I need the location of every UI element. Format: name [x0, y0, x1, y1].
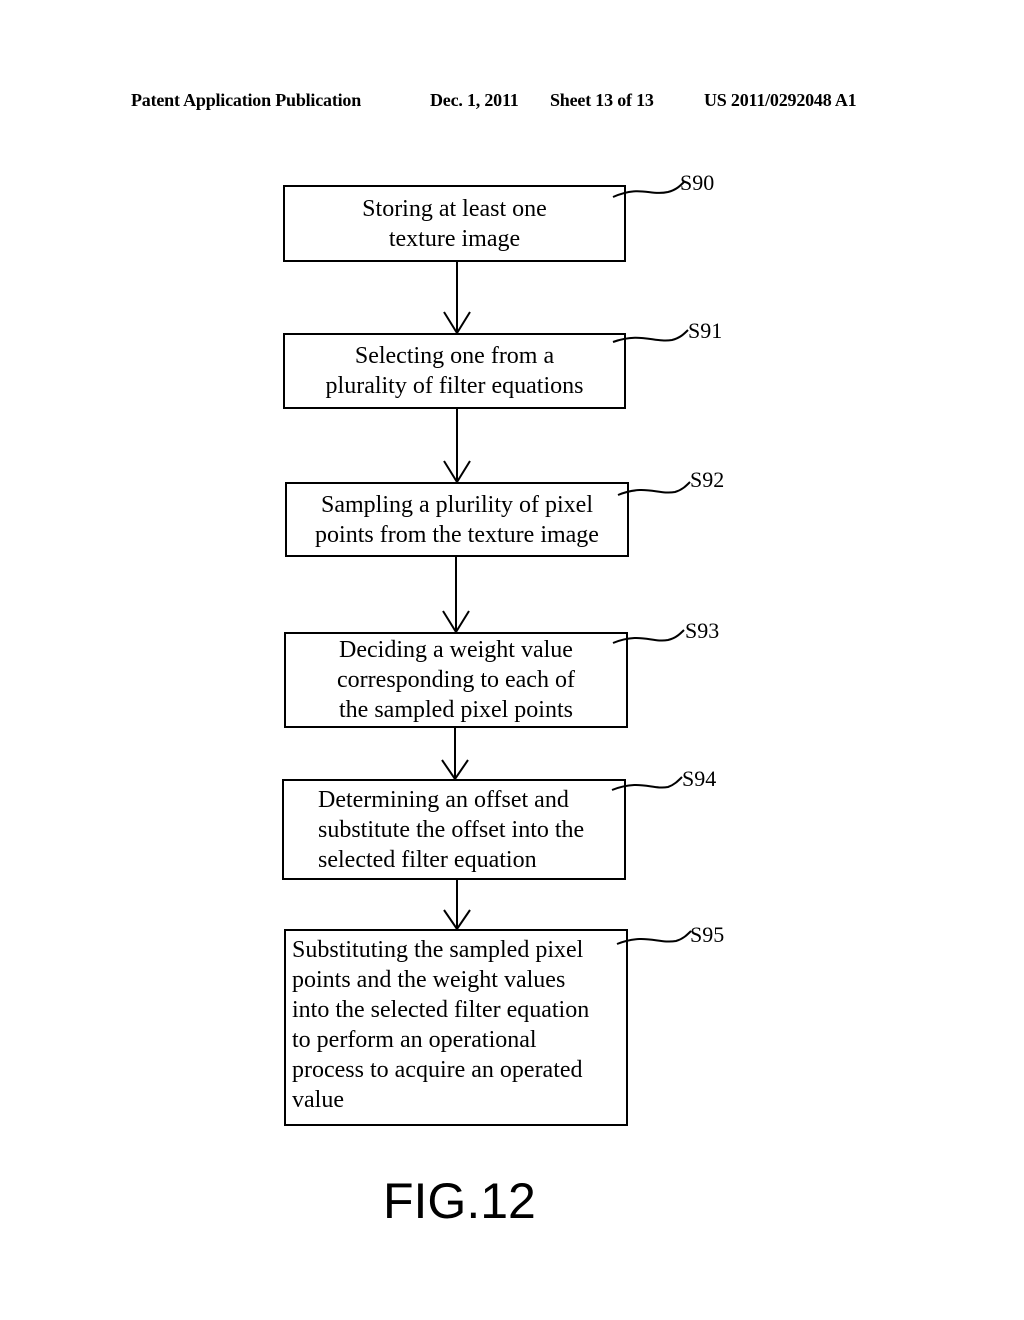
step-box-s91: Selecting one from a plurality of filter… [283, 333, 626, 409]
step-text: substitute the offset into the [318, 816, 585, 843]
step-text: points and the weight values [292, 967, 566, 993]
step-text: Selecting one from a [354, 343, 555, 369]
step-text: process to acquire an operated [292, 1057, 583, 1083]
step-label-s91: S91 [688, 318, 723, 343]
step-text: Storing at least one [362, 195, 547, 222]
step-box-s95: Substituting the sampled pixel points an… [284, 929, 628, 1126]
step-label-s93: S93 [685, 618, 720, 643]
arrow-s92-s93 [442, 557, 470, 634]
step-label-s90: S90 [680, 170, 715, 195]
step-text: into the selected filter equation [292, 997, 590, 1023]
arrow-s94-s95 [443, 880, 471, 931]
step-box-s94: Determining an offset and substitute the… [282, 779, 626, 880]
step-text: Deciding a weight value [339, 637, 573, 663]
step-text: the sampled pixel points [339, 697, 573, 723]
step-box-s90: Storing at least one texture image [283, 185, 626, 262]
step-label-s95: S95 [690, 922, 725, 947]
figure-label: FIG.12 [383, 1173, 536, 1229]
step-label-s92: S92 [690, 467, 725, 492]
step-text: Determining an offset and [318, 786, 569, 813]
step-text: plurality of filter equations [325, 373, 584, 399]
arrow-s93-s94 [441, 728, 469, 781]
step-text: points from the texture image [315, 521, 599, 548]
step-text: Substituting the sampled pixel [292, 937, 584, 963]
step-text: corresponding to each of [337, 667, 575, 693]
leader-s95 [616, 930, 692, 945]
arrow-s91-s92 [443, 409, 471, 484]
step-text: to perform an operational [292, 1027, 537, 1053]
step-label-s94: S94 [682, 766, 717, 791]
step-box-s92: Sampling a plurility of pixel points fro… [285, 482, 629, 557]
step-text: texture image [388, 225, 521, 252]
step-text: value [292, 1087, 344, 1113]
step-box-s93: Deciding a weight value corresponding to… [284, 632, 628, 728]
step-text: selected filter equation [318, 846, 537, 873]
arrow-s90-s91 [443, 262, 471, 335]
step-text: Sampling a plurility of pixel [321, 491, 593, 518]
